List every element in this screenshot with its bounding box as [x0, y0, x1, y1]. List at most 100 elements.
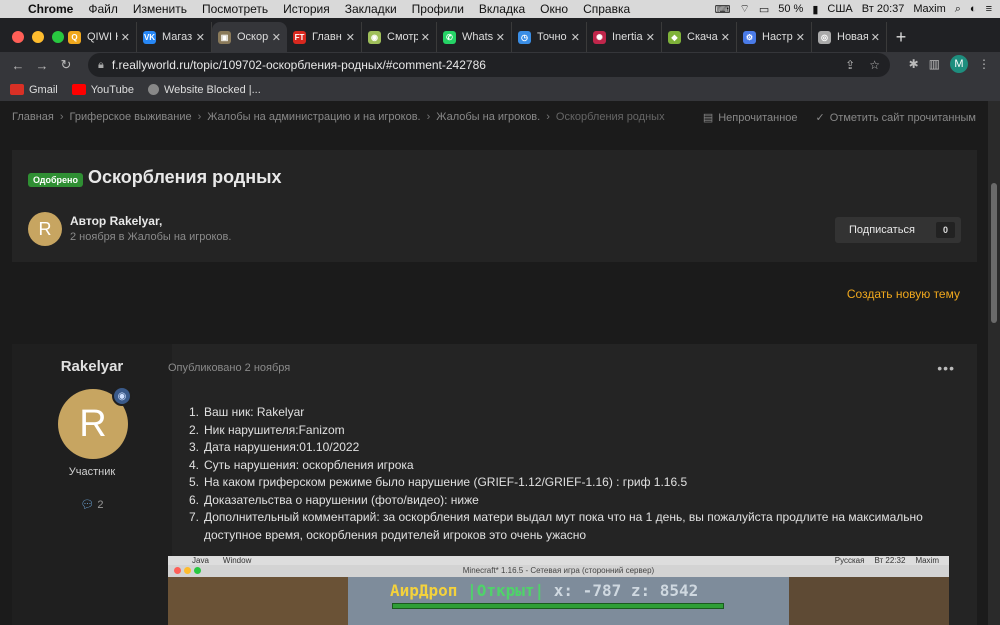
breadcrumb-current: Оскорбления родных [555, 111, 665, 123]
tab-close-icon[interactable]: ✕ [196, 31, 205, 44]
battery-percent[interactable]: 50 % [778, 3, 803, 15]
extensions-icon[interactable]: ✱ [909, 57, 919, 71]
author-avatar[interactable]: R [28, 212, 62, 246]
create-topic-link[interactable]: Создать новую тему [847, 287, 960, 301]
share-icon[interactable]: ⇪ [845, 58, 855, 72]
menu-profiles[interactable]: Профили [412, 2, 464, 16]
clock[interactable]: Вт 20:37 [862, 3, 905, 15]
list-item: 7. Дополнительный комментарий: за оскорбл… [180, 509, 970, 544]
keyboard-icon[interactable]: ⌨ [715, 3, 731, 16]
user-name[interactable]: Maxim [913, 3, 945, 15]
mark-read-link[interactable]: ✓ Отметить сайт прочитанным [816, 111, 976, 124]
tab-favicon-icon: ▣ [218, 30, 231, 44]
macos-menu-bar: Chrome Файл Изменить Посмотреть История … [0, 0, 1000, 18]
bookmark-star-icon[interactable]: ☆ [869, 58, 880, 72]
tab-label: Главн [312, 31, 342, 43]
tab-close-icon[interactable]: ✕ [871, 31, 880, 44]
subscribe-button[interactable]: Подписаться 0 [835, 217, 961, 243]
siri-icon[interactable]: ≡ [986, 3, 992, 15]
tab-9[interactable]: ⚙ Настр ✕ [737, 22, 812, 52]
page-scrollbar[interactable] [988, 101, 1000, 625]
menu-window[interactable]: Окно [540, 2, 568, 16]
browser-toolbar: ← → ↻ 🔒︎ f.reallyworld.ru/topic/109702-о… [0, 52, 1000, 78]
address-url[interactable]: f.reallyworld.ru/topic/109702-оскорблени… [112, 58, 486, 72]
list-item-text: Дата нарушения:01.10/2022 [204, 440, 360, 454]
wifi-icon[interactable]: ⌔ [740, 2, 750, 16]
tab-close-icon[interactable]: ✕ [796, 31, 805, 44]
tab-close-icon[interactable]: ✕ [571, 31, 580, 44]
author-name[interactable]: Автор Rakelyar, [70, 214, 162, 228]
post-author-panel: Rakelyar R ◉ Участник 💬︎ 2 [12, 344, 172, 625]
new-tab-button[interactable]: + [887, 22, 915, 52]
embedded-clock: Вт 22:32 [874, 556, 906, 565]
breadcrumb-griefer[interactable]: Гриферское выживание [70, 111, 192, 123]
list-item: 4. Суть нарушения: оскорбления игрока [180, 457, 970, 475]
tab-1[interactable]: VK Магаз ✕ [137, 22, 212, 52]
menu-view[interactable]: Посмотреть [202, 2, 268, 16]
menu-history[interactable]: История [283, 2, 330, 16]
tab-2[interactable]: ▣ Оскорб✕ [212, 22, 287, 52]
menu-bookmarks[interactable]: Закладки [345, 2, 397, 16]
profile-avatar[interactable]: M [950, 55, 968, 73]
side-panel-icon[interactable]: ▥ [929, 57, 940, 71]
check-icon: ✓ [815, 112, 825, 124]
tab-5[interactable]: ✆ Whats ✕ [437, 22, 512, 52]
lock-icon[interactable]: 🔒︎ [98, 59, 104, 72]
menu-file[interactable]: Файл [88, 2, 118, 16]
input-source[interactable]: США [827, 3, 852, 15]
bookmark-youtube[interactable]: YouTube [71, 84, 134, 96]
post-date[interactable]: Опубликовано 2 ноября [168, 362, 290, 374]
tab-close-icon[interactable]: ✕ [346, 31, 355, 44]
tab-close-icon[interactable]: ✕ [646, 31, 655, 44]
tab-8[interactable]: ◆ Скача ✕ [662, 22, 737, 52]
tab-6[interactable]: ◷ Точно ✕ [512, 22, 587, 52]
tab-10[interactable]: ◎ Новая ✕ [812, 22, 887, 52]
control-center-icon[interactable]: ◐ [970, 3, 977, 15]
tab-7[interactable]: ✺ Inertia ✕ [587, 22, 662, 52]
bookmark-website-blocked[interactable]: Website Blocked |... [147, 84, 261, 96]
menu-dots-icon[interactable]: ⋮ [978, 57, 990, 71]
menu-tab[interactable]: Вкладка [479, 2, 525, 16]
tab-label: Настр [762, 31, 793, 43]
tab-close-icon[interactable]: ✕ [272, 31, 281, 44]
tab-close-icon[interactable]: ✕ [721, 31, 730, 44]
unread-link[interactable]: ▤ Непрочитанное [703, 111, 798, 124]
address-bar[interactable]: 🔒︎ f.reallyworld.ru/topic/109702-оскорбл… [88, 53, 890, 77]
tab-0[interactable]: Q QIWI Н✕ [62, 22, 137, 52]
tab-label: Whats [462, 31, 493, 43]
scrollbar-thumb[interactable] [991, 183, 997, 323]
tab-favicon-icon: VK [143, 30, 156, 44]
breadcrumb-home[interactable]: Главная [12, 111, 54, 123]
tab-label: QIWI Н [87, 31, 118, 43]
embedded-menu-window: Window [222, 556, 252, 565]
close-window-button[interactable] [12, 31, 24, 43]
tab-4[interactable]: ◉ Смотр ✕ [362, 22, 437, 52]
back-icon[interactable]: ← [6, 58, 30, 73]
bookmark-gmail[interactable]: Gmail [10, 84, 58, 96]
comment-icon: 💬︎ [80, 499, 95, 511]
tab-close-icon[interactable]: ✕ [421, 31, 430, 44]
breadcrumb-player-complaints[interactable]: Жалобы на игроков. [436, 111, 540, 123]
menu-edit[interactable]: Изменить [133, 2, 187, 16]
minimize-window-button[interactable] [32, 31, 44, 43]
tab-3[interactable]: FT Главн ✕ [287, 22, 362, 52]
minecraft-hud: АирДроп |Открыт| x: -787 z: 8542 [390, 581, 698, 600]
post-username[interactable]: Rakelyar [12, 358, 172, 375]
display-icon[interactable]: ▭ [759, 3, 769, 16]
menu-help[interactable]: Справка [583, 2, 630, 16]
menu-app-name[interactable]: Chrome [28, 2, 73, 16]
tab-favicon-icon: ◎ [818, 30, 831, 44]
battery-icon[interactable]: ▮ [812, 3, 818, 16]
screenshot-image[interactable]: Java Window Русская Вт 22:32 Maxim Minec… [168, 556, 949, 625]
status-badge: Одобрено [28, 173, 83, 187]
breadcrumb-complaints[interactable]: Жалобы на администрацию и на игроков. [207, 111, 420, 123]
post-menu-icon[interactable]: ••• [937, 360, 955, 376]
tab-close-icon[interactable]: ✕ [121, 31, 130, 44]
reload-icon[interactable]: ↻ [54, 57, 78, 73]
embedded-window-title: Minecraft* 1.16.5 - Сетевая игра (сторон… [168, 565, 949, 577]
spotlight-icon[interactable]: ⌕ [955, 3, 961, 16]
tab-close-icon[interactable]: ✕ [496, 31, 505, 44]
forward-icon[interactable]: → [30, 58, 54, 73]
list-item-number: 4. [188, 457, 199, 472]
embedded-menu-java: Java [192, 556, 209, 565]
